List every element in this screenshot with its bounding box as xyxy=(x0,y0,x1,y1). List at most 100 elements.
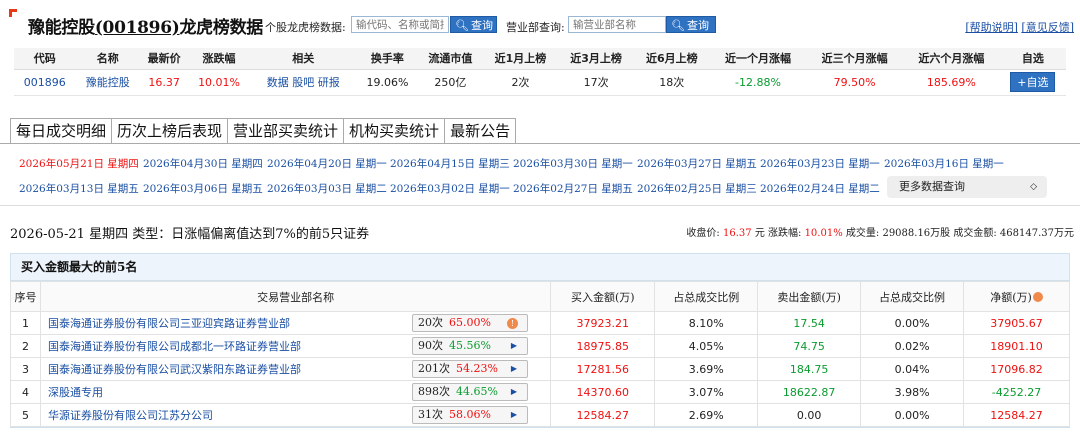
date-link[interactable]: 2026年03月27日 星期五 xyxy=(637,156,757,171)
feedback-link[interactable]: [意见反馈] xyxy=(1021,21,1074,34)
table-row: 5 华源证券股份有限公司江苏分公司 31次 58.06% ▶ 12584.27 2… xyxy=(10,403,1070,427)
watchlist-cell: +自选 xyxy=(999,69,1066,96)
buy-ratio: 2.69% xyxy=(654,403,759,427)
win-rate: 65.00% xyxy=(448,316,491,329)
stock-code[interactable]: 001896 xyxy=(14,69,76,96)
close-price-label: 收盘价: xyxy=(686,228,720,239)
stock-summary-table: 代码 名称 最新价 涨跌幅 相关 换手率 流通市值 近1月上榜 近3月上榜 近6… xyxy=(14,48,1066,96)
dept-query-label: 营业部查询: xyxy=(506,21,565,34)
date-link[interactable]: 2026年03月23日 星期一 xyxy=(760,156,880,171)
listed-3m: 17次 xyxy=(558,69,634,96)
date-link[interactable]: 2026年04月30日 星期四 xyxy=(143,156,263,171)
date-link[interactable]: 2026年05月21日 星期四 xyxy=(19,156,139,171)
sell-ratio: 0.02% xyxy=(860,334,965,358)
buy-ratio: 8.10% xyxy=(654,311,759,335)
date-link[interactable]: 2026年02月27日 星期五 xyxy=(513,181,633,196)
alert-icon: ! xyxy=(506,318,518,329)
related-report-link[interactable]: 研报 xyxy=(318,76,340,89)
dept-history-toggle[interactable]: 90次 45.56% ▶ xyxy=(411,337,528,355)
net-col-header[interactable]: 净额(万) xyxy=(963,281,1070,312)
net-col-label: 净额(万) xyxy=(990,290,1032,304)
win-rate: 44.65% xyxy=(455,385,498,398)
latest-price: 16.37 xyxy=(139,69,189,96)
detail-stats: 收盘价: 16.37 元 涨跌幅: 10.01% 成交量: 29088.16万股… xyxy=(686,224,1074,239)
date-link[interactable]: 2026年04月20日 星期一 xyxy=(267,156,387,171)
add-watchlist-button[interactable]: +自选 xyxy=(1010,72,1056,92)
dept-link[interactable]: 华源证券股份有限公司江苏分公司 xyxy=(48,409,213,422)
date-link[interactable]: 2026年03月13日 星期五 xyxy=(19,181,139,196)
table-row: 3 国泰海通证券股份有限公司武汉紫阳东路证券营业部 201次 54.23% ▶ 1… xyxy=(10,357,1070,381)
date-link[interactable]: 2026年03月02日 星期一 xyxy=(390,181,510,196)
col-header: 买入金额(万) xyxy=(550,281,656,312)
stock-search-input[interactable] xyxy=(351,16,449,33)
tab-history-performance[interactable]: 历次上榜后表现 xyxy=(111,118,228,144)
stock-code-title[interactable]: (001896) xyxy=(95,18,180,38)
dept-link[interactable]: 国泰海通证券股份有限公司武汉紫阳东路证券营业部 xyxy=(48,363,301,376)
tab-divider xyxy=(0,143,1080,144)
win-rate: 45.56% xyxy=(448,339,491,352)
net-amount: 12584.27 xyxy=(963,403,1070,427)
tab-institution-stats[interactable]: 机构买卖统计 xyxy=(343,118,445,144)
date-link[interactable]: 2026年03月30日 星期一 xyxy=(513,156,633,171)
col-header: 自选 xyxy=(999,48,1066,70)
dept-query-button-label: 查询 xyxy=(686,19,709,32)
tab-dept-stats[interactable]: 营业部买卖统计 xyxy=(227,118,344,144)
dept-query-button[interactable]: 🔍︎ 查询 xyxy=(666,16,716,33)
help-link[interactable]: [帮助说明] xyxy=(965,21,1018,34)
buy-ratio: 3.69% xyxy=(654,357,759,381)
close-price-unit: 元 xyxy=(754,228,765,239)
dept-cell: 华源证券股份有限公司江苏分公司 31次 58.06% ▶ xyxy=(39,403,552,427)
dept-history-toggle[interactable]: 31次 58.06% ▶ xyxy=(411,406,528,424)
dept-link[interactable]: 深股通专用 xyxy=(48,386,103,399)
buy-amount: 37923.21 xyxy=(550,311,656,335)
sort-icon xyxy=(1032,291,1043,302)
dept-link[interactable]: 国泰海通证券股份有限公司成都北一环路证券营业部 xyxy=(48,340,301,353)
buy-panel-title: 买入金额最大的前5名 xyxy=(11,254,1069,281)
buy-amount: 17281.56 xyxy=(550,357,656,381)
sell-amount: 74.75 xyxy=(757,334,862,358)
date-link[interactable]: 2026年02月24日 星期二 xyxy=(760,181,880,196)
col-header: 涨跌幅 xyxy=(188,48,250,70)
dept-history-toggle[interactable]: 20次 65.00% ! xyxy=(411,314,528,332)
buy-top5-table: 序号 交易营业部名称 买入金额(万) 占总成交比例 卖出金额(万) 占总成交比例… xyxy=(10,281,1070,427)
amount-label: 成交金额: xyxy=(953,228,997,239)
more-data-select[interactable]: 更多数据查询 ◇ xyxy=(887,176,1047,198)
related-data-link[interactable]: 数据 xyxy=(267,76,289,89)
stock-name[interactable]: 豫能控股 xyxy=(75,69,140,96)
date-link[interactable]: 2026年03月03日 星期二 xyxy=(267,181,387,196)
date-link[interactable]: 2026年03月06日 星期五 xyxy=(143,181,263,196)
dept-search-input[interactable] xyxy=(568,16,666,33)
stock-query-button[interactable]: 🔍︎ 查询 xyxy=(450,16,497,33)
sell-amount: 0.00 xyxy=(757,403,862,427)
col-header: 换手率 xyxy=(356,48,419,70)
tab-daily-detail[interactable]: 每日成交明细 xyxy=(10,118,112,144)
date-link[interactable]: 2026年04月15日 星期三 xyxy=(390,156,510,171)
dept-history-toggle[interactable]: 201次 54.23% ▶ xyxy=(411,360,528,378)
search-icon: 🔍︎ xyxy=(671,19,685,32)
chevron-updown-icon: ◇ xyxy=(1030,182,1037,192)
net-amount: 18901.10 xyxy=(963,334,1070,358)
col-header: 相关 xyxy=(249,48,357,70)
amount-value: 468147.37万元 xyxy=(999,228,1074,239)
listed-6m: 18次 xyxy=(633,69,710,96)
dept-history-toggle[interactable]: 898次 44.65% ▶ xyxy=(411,383,528,401)
related-guba-link[interactable]: 股吧 xyxy=(292,76,314,89)
stock-query-button-label: 查询 xyxy=(470,19,493,32)
buy-amount: 18975.85 xyxy=(550,334,656,358)
dept-cell: 深股通专用 898次 44.65% ▶ xyxy=(39,380,552,404)
listing-count: 898次 xyxy=(417,385,450,398)
return-3m: 79.50% xyxy=(806,69,903,96)
tab-latest-announcements[interactable]: 最新公告 xyxy=(444,118,517,144)
sell-amount: 18622.87 xyxy=(757,380,862,404)
sell-ratio: 0.00% xyxy=(860,403,965,427)
date-link[interactable]: 2026年03月16日 星期一 xyxy=(884,156,1004,171)
col-header: 近六个月涨幅 xyxy=(903,48,1000,70)
play-arrow-icon: ▶ xyxy=(510,364,517,373)
win-rate: 54.23% xyxy=(455,362,498,375)
sell-ratio: 3.98% xyxy=(860,380,965,404)
listing-count: 90次 xyxy=(417,339,443,352)
date-link[interactable]: 2026年02月25日 星期三 xyxy=(637,181,757,196)
col-header: 卖出金额(万) xyxy=(757,281,862,312)
dept-link[interactable]: 国泰海通证券股份有限公司三亚迎宾路证券营业部 xyxy=(48,317,290,330)
listing-count: 31次 xyxy=(417,408,443,421)
